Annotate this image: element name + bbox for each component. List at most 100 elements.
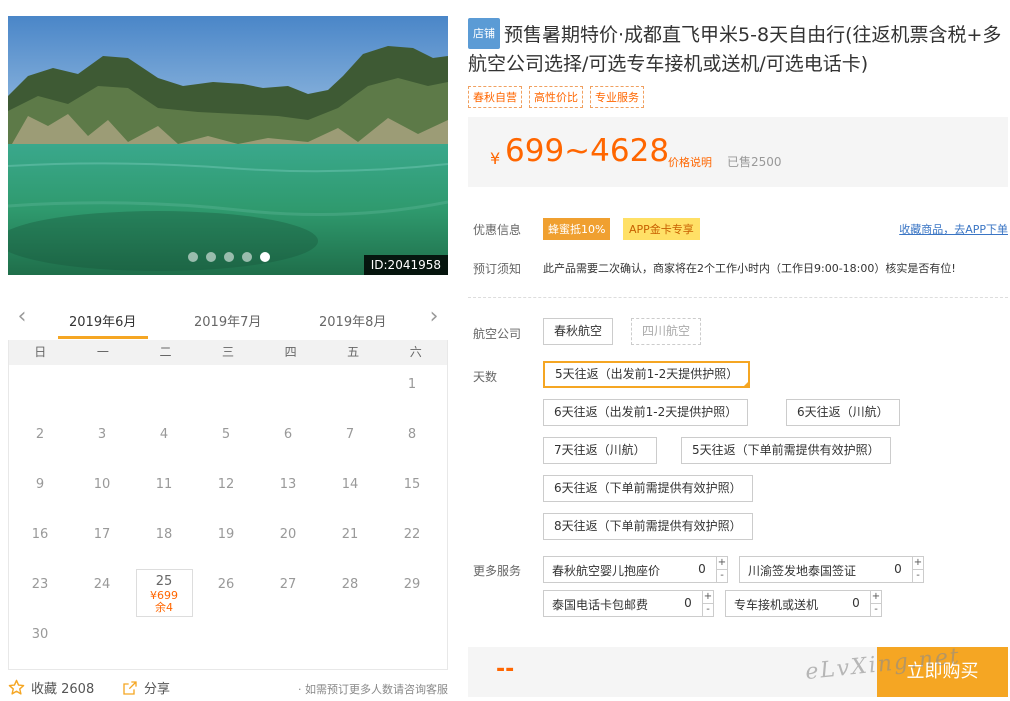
month-tab-june[interactable]: 2019年6月 <box>69 311 136 330</box>
calendar-day[interactable]: 8 <box>384 419 441 467</box>
calendar-day-number: 6 <box>283 427 293 442</box>
calendar-day[interactable]: 16 <box>12 519 69 567</box>
calendar-day-number: 5 <box>221 427 231 442</box>
weekday-label: 日 <box>34 345 47 359</box>
service-label: 专车接机或送机 <box>734 598 819 612</box>
days-option[interactable]: 5天往返（下单前需提供有效护照） <box>681 437 891 464</box>
days-option-selected[interactable]: 5天往返（出发前1-2天提供护照） <box>543 361 751 388</box>
calendar-day[interactable]: 18 <box>136 519 193 567</box>
carousel-dot[interactable] <box>206 252 216 262</box>
feature-tag: 春秋自营 <box>468 86 522 108</box>
calendar-day[interactable]: 23 <box>12 569 69 617</box>
shop-tag[interactable]: 店铺 <box>468 18 500 49</box>
chevron-right-icon[interactable]: › <box>422 306 446 330</box>
calendar-day[interactable]: 14 <box>322 469 379 517</box>
consult-hint: · 如需预订更多人数请咨询客服 <box>298 683 448 696</box>
calendar-day[interactable]: 15 <box>384 469 441 517</box>
service-stepper: 川渝签发地泰国签证 0 + - <box>739 556 924 583</box>
minus-icon[interactable]: - <box>871 604 881 616</box>
calendar-day[interactable]: 20 <box>260 519 317 567</box>
calendar-day[interactable]: 9 <box>12 469 69 517</box>
calendar-day-number: 2 <box>35 427 45 442</box>
calendar-day[interactable]: 7 <box>322 419 379 467</box>
calendar-day-number: 16 <box>31 527 49 542</box>
service-count[interactable]: 0 <box>891 562 905 576</box>
calendar-day[interactable]: 29 <box>384 569 441 617</box>
calendar-day[interactable]: 3 <box>74 419 131 467</box>
stepper-buttons: + - <box>912 556 924 583</box>
calendar-day[interactable]: 17 <box>74 519 131 567</box>
calendar-day-number: 12 <box>217 477 235 492</box>
calendar-day[interactable]: 24 <box>74 569 131 617</box>
month-tab-july[interactable]: 2019年7月 <box>194 311 261 330</box>
plus-icon[interactable]: + <box>703 591 713 604</box>
service-count[interactable]: 0 <box>849 596 863 610</box>
sold-count: 已售2500 <box>727 155 782 169</box>
price-note-link[interactable]: 价格说明 <box>668 154 712 170</box>
product-photo[interactable]: ID:2041958 <box>8 16 448 275</box>
calendar-day-number: 20 <box>279 527 297 542</box>
chevron-left-icon[interactable]: ‹ <box>10 306 34 330</box>
share-label: 分享 <box>144 682 171 697</box>
share-button[interactable]: 分享 <box>122 678 170 697</box>
calendar-day[interactable]: 11 <box>136 469 193 517</box>
service-label: 春秋航空婴儿抱座价 <box>552 564 661 578</box>
calendar-day[interactable]: 6 <box>260 419 317 467</box>
favorite-label: 收藏 2608 <box>31 682 95 697</box>
calendar-day[interactable]: 19 <box>198 519 255 567</box>
calendar-day[interactable]: 22 <box>384 519 441 567</box>
minus-icon[interactable]: - <box>913 570 923 582</box>
calendar-day[interactable]: 10 <box>74 469 131 517</box>
airline-option-disabled[interactable]: 四川航空 <box>631 318 702 345</box>
plus-icon[interactable]: + <box>871 591 881 604</box>
product-tags: 春秋自营 高性价比 专业服务 <box>468 86 644 108</box>
promo-badge: 蜂蜜抵10% <box>543 218 611 240</box>
plus-icon[interactable]: + <box>913 557 923 570</box>
days-option[interactable]: 6天往返（川航） <box>786 399 900 426</box>
stepper-buttons: + - <box>870 590 882 617</box>
service-count[interactable]: 0 <box>681 596 695 610</box>
airline-option[interactable]: 春秋航空 <box>543 318 614 345</box>
collect-app-link[interactable]: 收藏商品，去APP下单 <box>899 221 1008 237</box>
calendar-day[interactable]: 5 <box>198 419 255 467</box>
calendar-day[interactable]: 12 <box>198 469 255 517</box>
product-header: 店铺 预售暑期特价·成都直飞甲米5-8天自由行(往返机票含税+多航空公司选择/可选… <box>468 18 1008 79</box>
favorite-button[interactable]: 收藏 2608 <box>8 678 94 697</box>
buy-now-button[interactable]: 立即购买 <box>877 647 1008 697</box>
carousel-dots <box>188 252 270 262</box>
carousel-dot[interactable] <box>188 252 198 262</box>
calendar-day[interactable]: 1 <box>384 369 441 417</box>
plus-icon[interactable]: + <box>717 557 727 570</box>
minus-icon[interactable]: - <box>703 604 713 616</box>
calendar-day-number: 23 <box>31 577 49 592</box>
weekday-header: 日 一 二 三 四 五 六 <box>9 340 447 365</box>
service-stepper: 泰国电话卡包邮费 0 + - <box>543 590 714 617</box>
calendar-day[interactable]: 27 <box>260 569 317 617</box>
calendar-day[interactable]: 28 <box>322 569 379 617</box>
days-option[interactable]: 6天往返（出发前1-2天提供护照） <box>543 399 749 426</box>
calendar-day-number: 27 <box>279 577 297 592</box>
calendar-day[interactable]: 2 <box>12 419 69 467</box>
calendar-day-number: 15 <box>403 477 421 492</box>
calendar-day[interactable]: 13 <box>260 469 317 517</box>
notice-label: 预订须知 <box>473 262 522 276</box>
carousel-dot[interactable] <box>224 252 234 262</box>
calendar-day-number: 3 <box>97 427 107 442</box>
month-tab-august[interactable]: 2019年8月 <box>319 311 386 330</box>
carousel-dot-active[interactable] <box>260 252 270 262</box>
calendar-day-number: 25 <box>155 574 173 589</box>
days-option[interactable]: 6天往返（下单前需提供有效护照） <box>543 475 753 502</box>
calendar-day[interactable]: 21 <box>322 519 379 567</box>
days-option[interactable]: 8天往返（下单前需提供有效护照） <box>543 513 753 540</box>
minus-icon[interactable]: - <box>717 570 727 582</box>
calendar-day-available[interactable]: 25 ¥699 余4 <box>135 569 193 617</box>
active-month-underline <box>58 336 148 339</box>
carousel-dot[interactable] <box>242 252 252 262</box>
days-option[interactable]: 7天往返（川航） <box>543 437 657 464</box>
calendar-day[interactable]: 26 <box>198 569 255 617</box>
calendar-day[interactable]: 4 <box>136 419 193 467</box>
calendar-day[interactable]: 30 <box>12 619 69 667</box>
weekday-label: 四 <box>284 345 297 359</box>
divider <box>468 297 1008 298</box>
service-count[interactable]: 0 <box>695 562 709 576</box>
